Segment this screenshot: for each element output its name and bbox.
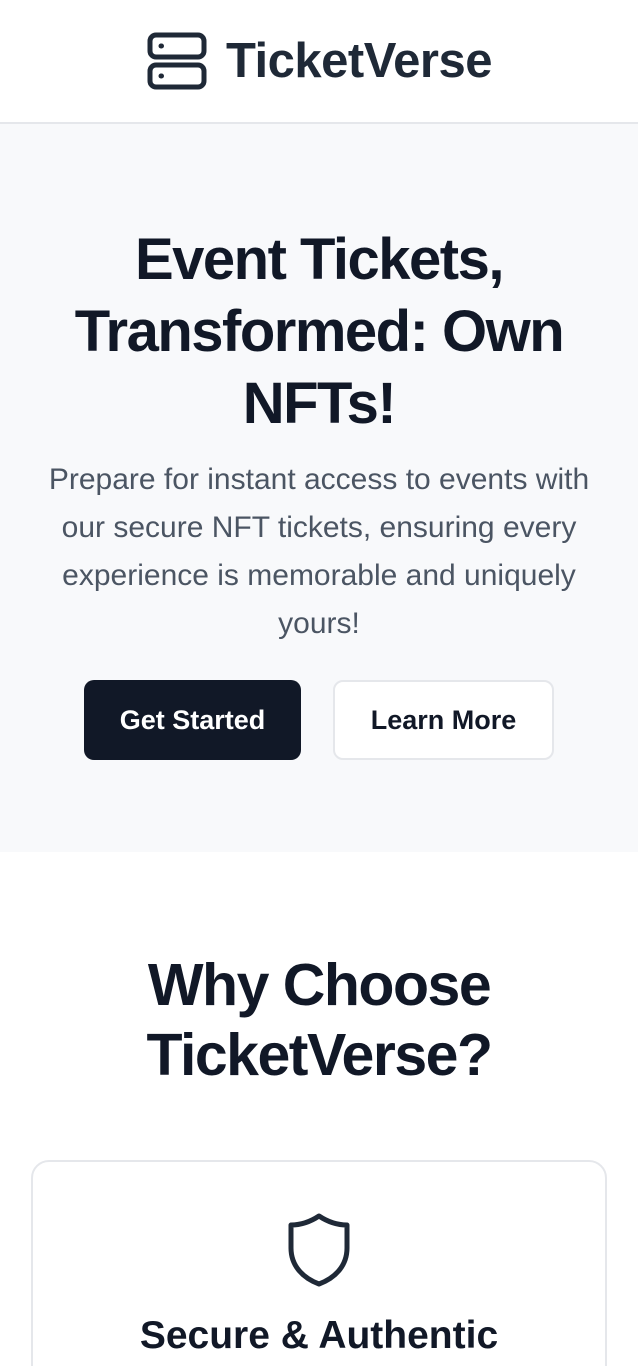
- hero-title: Event Tickets, Transformed: Own NFTs!: [74, 227, 565, 436]
- hero-subtitle: Prepare for instant access to events wit…: [48, 463, 590, 640]
- server-stack-icon: [147, 32, 207, 90]
- site-header: TicketVerse: [0, 0, 638, 124]
- feature-card-title: Secure & Authentic: [139, 1314, 499, 1357]
- feature-card-secure: Secure & Authentic: [31, 1160, 607, 1366]
- features-title: Why Choose TicketVerse?: [146, 952, 494, 1088]
- learn-more-button[interactable]: Learn More: [333, 680, 554, 760]
- cta-row: Get Started Learn More: [0, 680, 638, 760]
- get-started-button[interactable]: Get Started: [84, 680, 301, 760]
- brand-name[interactable]: TicketVerse: [226, 33, 493, 89]
- features-section: Why Choose TicketVerse? Secure & Authent…: [0, 852, 638, 1366]
- hero-section: Event Tickets, Transformed: Own NFTs! Pr…: [0, 124, 638, 852]
- shield-icon: [288, 1213, 350, 1287]
